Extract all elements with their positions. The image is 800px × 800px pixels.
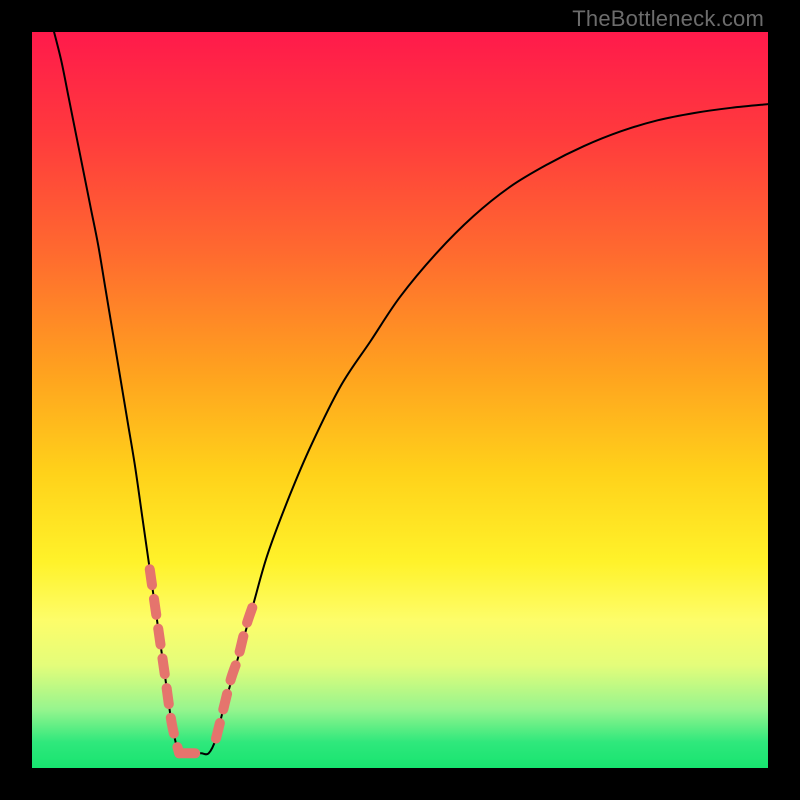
chart-frame: TheBottleneck.com — [0, 0, 800, 800]
dotted-right-segment — [216, 606, 253, 738]
watermark-text: TheBottleneck.com — [572, 6, 764, 32]
plot-area — [32, 32, 768, 768]
dotted-left-segment — [150, 569, 179, 753]
curve-layer — [32, 32, 768, 768]
